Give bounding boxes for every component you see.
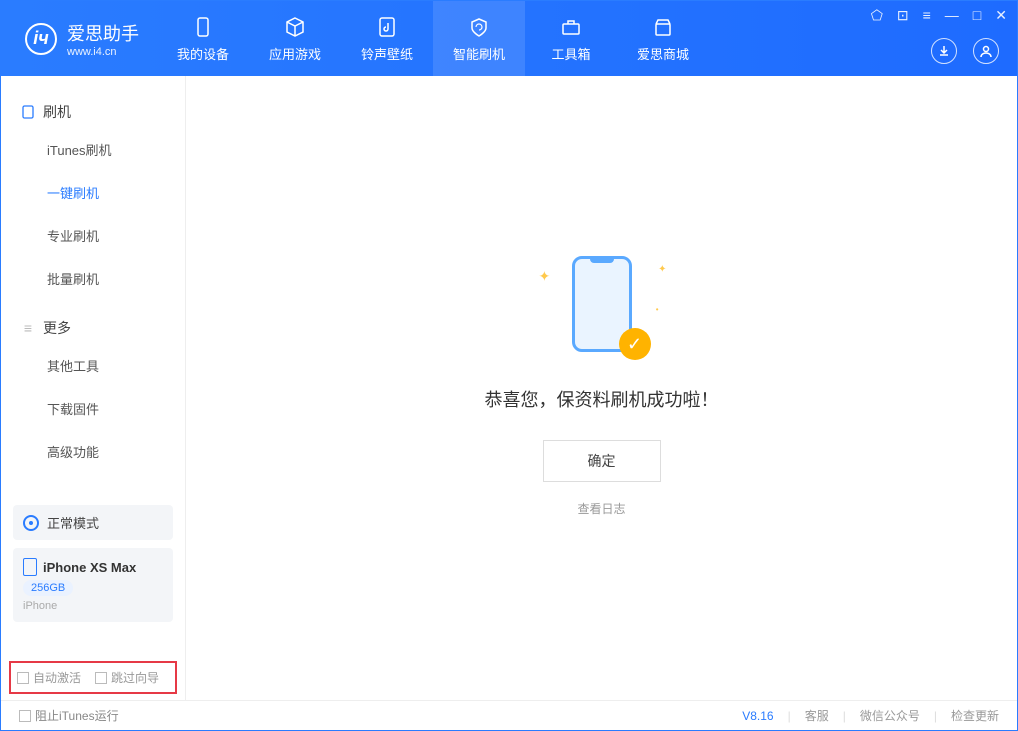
- view-log-link[interactable]: 查看日志: [577, 500, 625, 517]
- refresh-shield-icon: [467, 15, 491, 39]
- ok-button[interactable]: 确定: [543, 440, 661, 482]
- device-type: iPhone: [23, 600, 163, 612]
- main-content: ✦ ✦ • ✓ 恭喜您，保资料刷机成功啦！ 确定 查看日志: [186, 76, 1017, 700]
- sparkle-icon: •: [656, 305, 659, 314]
- storage-badge: 256GB: [23, 580, 73, 596]
- app-logo-icon: iч: [25, 23, 57, 55]
- nav-toolbox[interactable]: 工具箱: [525, 1, 617, 76]
- mode-icon: [23, 515, 39, 531]
- device-icon: [191, 15, 215, 39]
- sidebar-item-download-firmware[interactable]: 下载固件: [1, 387, 185, 430]
- checkbox-skip-guide[interactable]: 跳过向导: [95, 669, 159, 686]
- shirt-icon[interactable]: ⬠: [871, 7, 883, 24]
- sidebar-item-pro-flash[interactable]: 专业刷机: [1, 214, 185, 257]
- check-update-link[interactable]: 检查更新: [951, 707, 999, 724]
- phone-icon: [23, 558, 37, 576]
- checkbox-block-itunes[interactable]: 阻止iTunes运行: [19, 707, 119, 724]
- phone-icon: [21, 105, 35, 119]
- title-bar: iч 爱思助手 www.i4.cn 我的设备 应用游戏 铃声壁纸 智能刷机 工具…: [1, 1, 1017, 76]
- close-button[interactable]: ✕: [995, 7, 1007, 24]
- user-button[interactable]: [973, 38, 999, 64]
- download-button[interactable]: [931, 38, 957, 64]
- main-nav: 我的设备 应用游戏 铃声壁纸 智能刷机 工具箱 爱思商城: [157, 1, 709, 76]
- sidebar-section-more: ≡更多: [1, 312, 185, 344]
- app-title: 爱思助手: [67, 20, 139, 46]
- sidebar-item-onekey-flash[interactable]: 一键刷机: [1, 171, 185, 214]
- sidebar-section-flash: 刷机: [1, 96, 185, 128]
- nav-ringtone-wallpaper[interactable]: 铃声壁纸: [341, 1, 433, 76]
- nav-apps-games[interactable]: 应用游戏: [249, 1, 341, 76]
- check-icon: ✓: [619, 328, 651, 360]
- success-illustration: ✦ ✦ • ✓: [557, 256, 647, 356]
- app-site: www.i4.cn: [67, 46, 139, 58]
- window-controls: ⬠ ⊡ ≡ — □ ✕: [871, 7, 1007, 24]
- wechat-link[interactable]: 微信公众号: [860, 707, 920, 724]
- maximize-button[interactable]: □: [973, 7, 981, 24]
- menu-icon[interactable]: ≡: [923, 7, 931, 24]
- highlighted-options: 自动激活 跳过向导: [9, 661, 177, 694]
- device-mode[interactable]: 正常模式: [13, 505, 173, 540]
- checkbox-auto-activate[interactable]: 自动激活: [17, 669, 81, 686]
- device-info[interactable]: iPhone XS Max 256GB iPhone: [13, 548, 173, 622]
- sidebar-item-other-tools[interactable]: 其他工具: [1, 344, 185, 387]
- toolbox-icon: [559, 15, 583, 39]
- version-label: V8.16: [742, 709, 773, 723]
- support-link[interactable]: 客服: [805, 707, 829, 724]
- shop-icon: [651, 15, 675, 39]
- sparkle-icon: ✦: [658, 264, 666, 275]
- success-message: 恭喜您，保资料刷机成功啦！: [485, 386, 719, 412]
- nav-smart-flash[interactable]: 智能刷机: [433, 1, 525, 76]
- sidebar-item-batch-flash[interactable]: 批量刷机: [1, 257, 185, 300]
- sidebar-item-advanced[interactable]: 高级功能: [1, 430, 185, 473]
- logo-area: iч 爱思助手 www.i4.cn: [1, 20, 157, 58]
- sidebar: 刷机 iTunes刷机 一键刷机 专业刷机 批量刷机 ≡更多 其他工具 下载固件…: [1, 76, 186, 700]
- nav-store[interactable]: 爱思商城: [617, 1, 709, 76]
- status-bar: 阻止iTunes运行 V8.16| 客服| 微信公众号| 检查更新: [1, 700, 1017, 730]
- minimize-button[interactable]: —: [945, 7, 959, 24]
- cube-icon: [283, 15, 307, 39]
- music-file-icon: [375, 15, 399, 39]
- device-panel: 正常模式 iPhone XS Max 256GB iPhone: [13, 505, 173, 622]
- nav-my-device[interactable]: 我的设备: [157, 1, 249, 76]
- sidebar-item-itunes-flash[interactable]: iTunes刷机: [1, 128, 185, 171]
- list-icon: ≡: [21, 321, 35, 335]
- lock-icon[interactable]: ⊡: [897, 7, 909, 24]
- sparkle-icon: ✦: [539, 268, 551, 285]
